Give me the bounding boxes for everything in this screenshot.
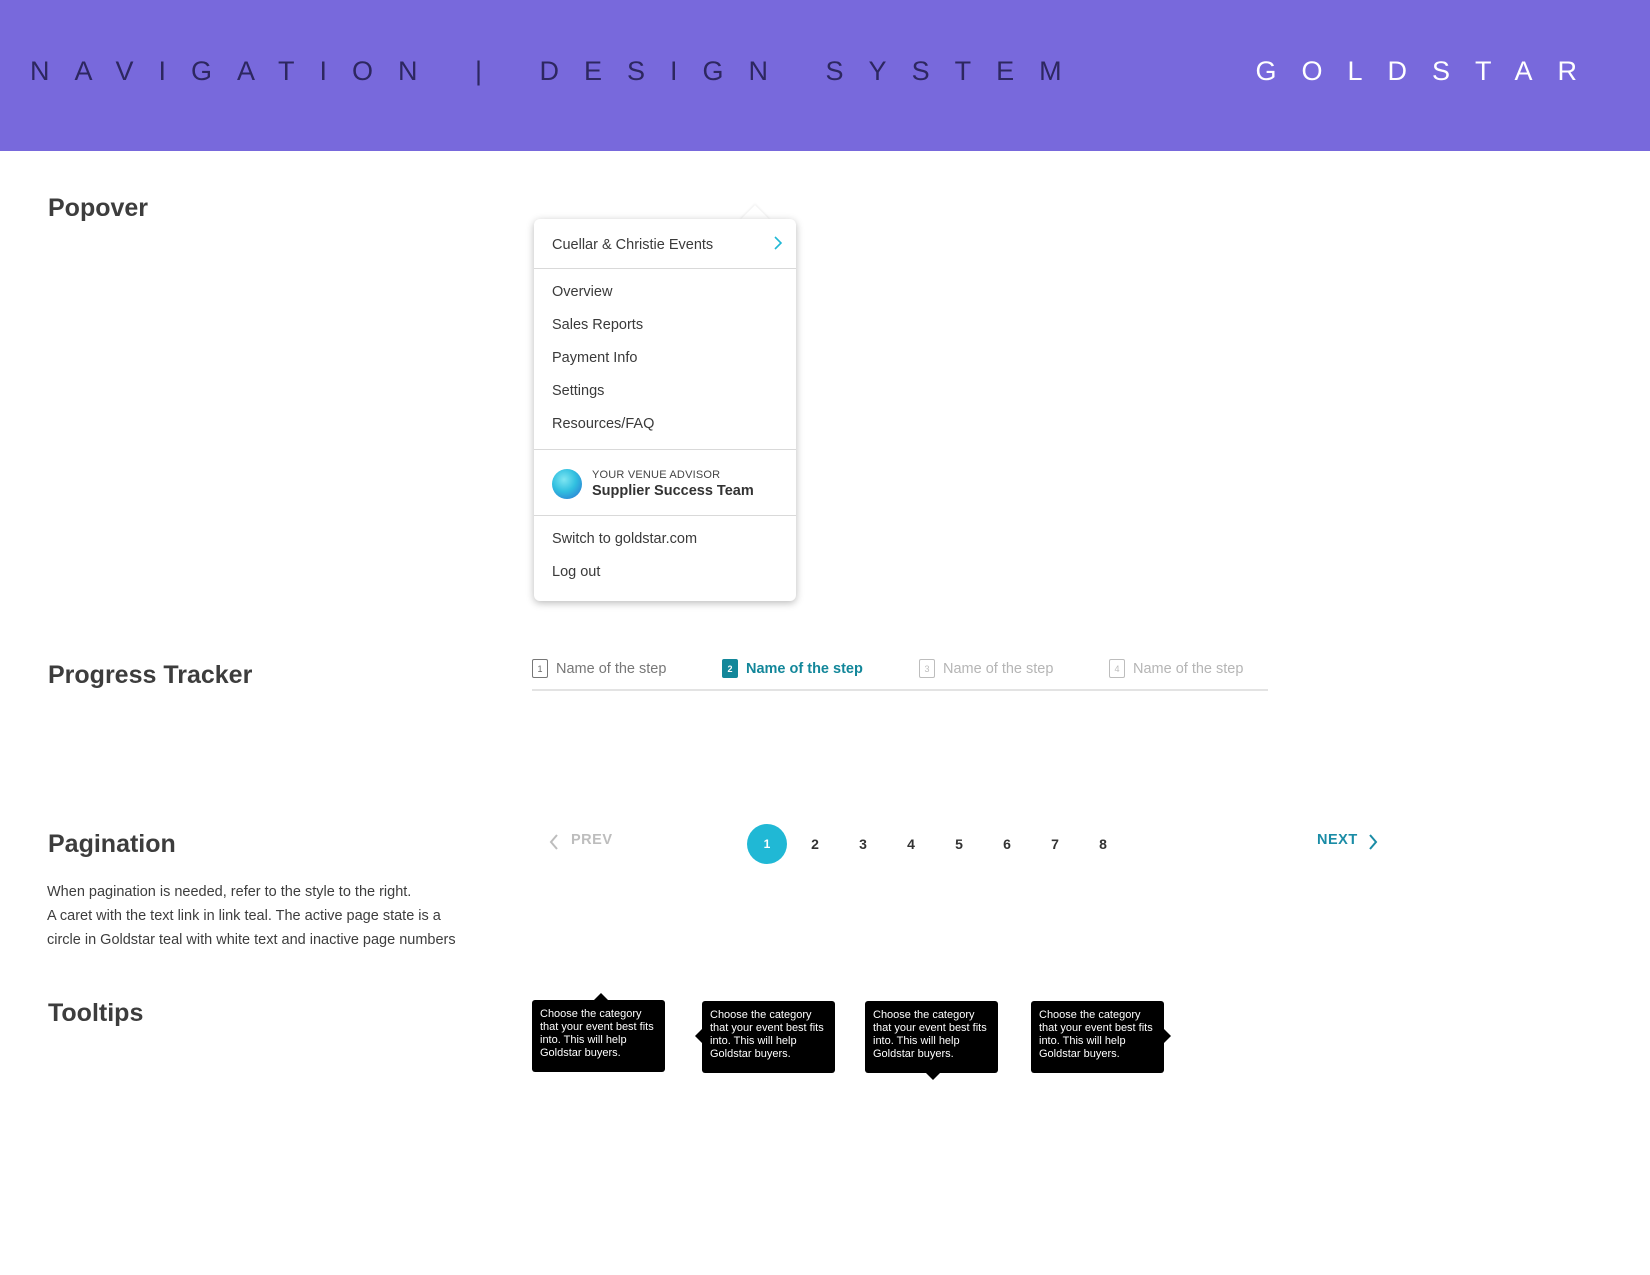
section-title-popover: Popover: [48, 194, 149, 222]
page-number-3[interactable]: 3: [843, 824, 883, 864]
tooltip-arrow-top: [594, 993, 608, 1000]
advisor-label: YOUR VENUE ADVISOR: [592, 469, 721, 481]
menu-item-settings[interactable]: Settings: [552, 383, 604, 399]
pagination-description: When pagination is needed, refer to the …: [47, 880, 487, 952]
advisor-name[interactable]: Supplier Success Team: [592, 483, 754, 499]
page-number-4[interactable]: 4: [891, 824, 931, 864]
section-title-progress-tracker: Progress Tracker: [48, 661, 253, 689]
chevron-right-icon[interactable]: [772, 236, 784, 250]
section-title-tooltips: Tooltips: [48, 999, 144, 1027]
step-label: Name of the step: [556, 660, 667, 677]
step-label: Name of the step: [1133, 660, 1244, 677]
tooltip-arrow-bottom: [926, 1073, 940, 1080]
page-number-2[interactable]: 2: [795, 824, 835, 864]
menu-item-payment-info[interactable]: Payment Info: [552, 350, 637, 366]
divider: [534, 515, 796, 516]
advisor-avatar: [552, 469, 582, 499]
page-number-7[interactable]: 7: [1035, 824, 1075, 864]
menu-item-resources-faq[interactable]: Resources/FAQ: [552, 416, 654, 432]
page-number-6[interactable]: 6: [987, 824, 1027, 864]
progress-step-1[interactable]: 1 Name of the step: [532, 659, 666, 679]
page-number-1[interactable]: 1: [747, 824, 787, 864]
chevron-right-icon[interactable]: [1368, 834, 1378, 850]
tooltip-arrow-right-example: Choose the category that your event best…: [1031, 1001, 1164, 1073]
tooltip-arrow-right: [1164, 1029, 1171, 1043]
section-title-pagination: Pagination: [48, 830, 176, 858]
step-label: Name of the step: [943, 660, 1054, 677]
page-title: NAVIGATION | DESIGN SYSTEM: [30, 56, 1087, 86]
step-number-badge: 1: [532, 659, 548, 678]
progress-step-2[interactable]: 2 Name of the step: [722, 659, 863, 679]
description-line: When pagination is needed, refer to the …: [47, 884, 412, 900]
tooltip-arrow-left-example: Choose the category that your event best…: [702, 1001, 835, 1073]
brand-logo: GOLDSTAR: [1255, 56, 1602, 86]
progress-step-3[interactable]: 3 Name of the step: [919, 659, 1053, 679]
tooltip-arrow-bottom-example: Choose the category that your event best…: [865, 1001, 998, 1073]
step-number-badge: 4: [1109, 659, 1125, 678]
logout-link[interactable]: Log out: [552, 564, 600, 580]
pagination-next[interactable]: NEXT: [1317, 832, 1358, 848]
progress-track-line: [532, 689, 1268, 691]
switch-site-link[interactable]: Switch to goldstar.com: [552, 531, 697, 547]
page-number-5[interactable]: 5: [939, 824, 979, 864]
step-number-badge: 2: [722, 659, 738, 678]
step-number-badge: 3: [919, 659, 935, 678]
description-line: circle in Goldstar teal with white text …: [47, 932, 456, 948]
menu-item-sales-reports[interactable]: Sales Reports: [552, 317, 643, 333]
step-label: Name of the step: [746, 660, 863, 677]
tooltip-arrow-left: [695, 1029, 702, 1043]
page-number-8[interactable]: 8: [1083, 824, 1123, 864]
description-line: A caret with the text link in link teal.…: [47, 908, 441, 924]
menu-item-overview[interactable]: Overview: [552, 284, 612, 300]
divider: [534, 268, 796, 269]
popover-menu: Cuellar & Christie Events Overview Sales…: [534, 219, 796, 601]
account-switcher[interactable]: Cuellar & Christie Events: [552, 237, 713, 253]
pagination-prev[interactable]: PREV: [571, 832, 613, 848]
progress-step-4[interactable]: 4 Name of the step: [1109, 659, 1243, 679]
divider: [534, 449, 796, 450]
tooltip-arrow-top-example: Choose the category that your event best…: [532, 1000, 665, 1072]
chevron-left-icon[interactable]: [549, 834, 559, 850]
popover-arrow: [740, 205, 770, 220]
header-banner: NAVIGATION | DESIGN SYSTEM GOLDSTAR: [0, 0, 1650, 151]
